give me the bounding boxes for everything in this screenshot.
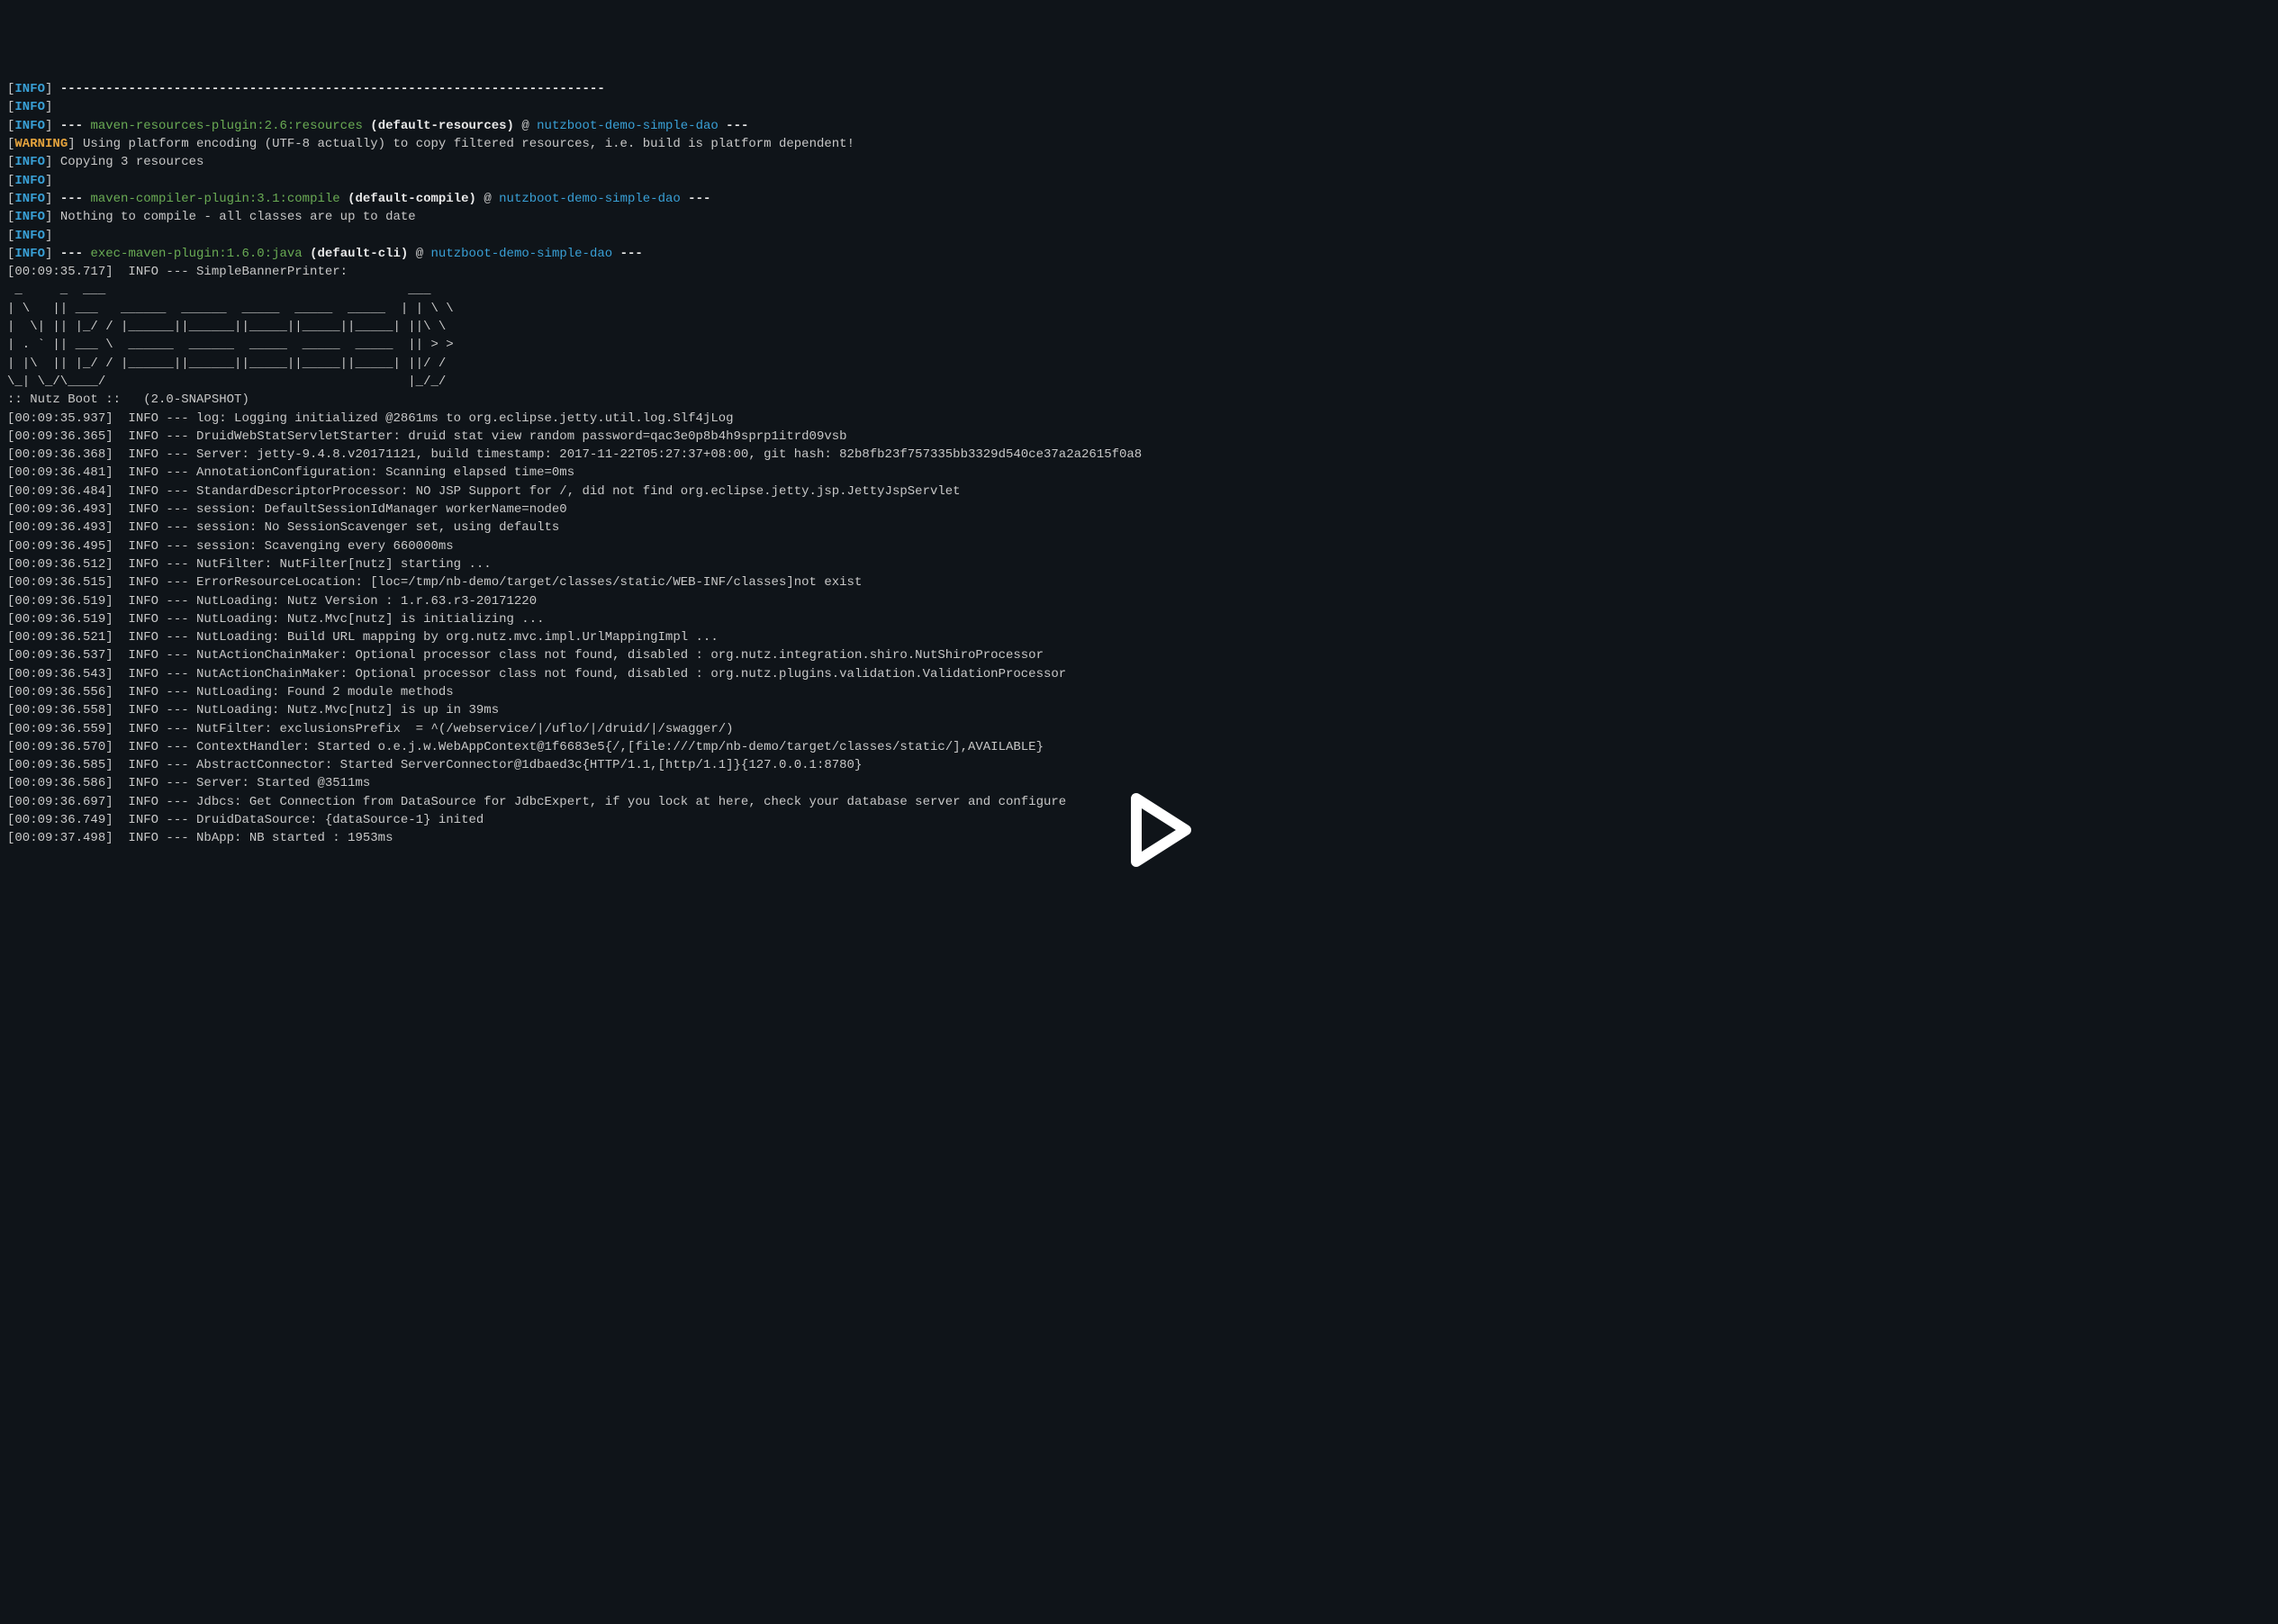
log-line: [00:09:36.556] INFO --- NutLoading: Foun…	[7, 683, 2271, 701]
log-line: [00:09:36.521] INFO --- NutLoading: Buil…	[7, 628, 2271, 646]
log-line: [INFO] Copying 3 resources	[7, 153, 2271, 171]
log-line: [00:09:36.543] INFO --- NutActionChainMa…	[7, 665, 2271, 683]
play-icon	[1109, 785, 1199, 875]
play-button[interactable]	[1094, 767, 1184, 857]
log-line: [00:09:36.481] INFO --- AnnotationConfig…	[7, 464, 2271, 482]
log-line: [INFO]	[7, 172, 2271, 190]
log-line: \_| \_/\____/ |_/_/	[7, 373, 2271, 391]
log-line: _ _ ___ ___	[7, 281, 2271, 299]
log-line: [00:09:35.937] INFO --- log: Logging ini…	[7, 410, 2271, 428]
log-line: [00:09:36.365] INFO --- DruidWebStatServ…	[7, 428, 2271, 446]
log-line: [00:09:36.495] INFO --- session: Scaveng…	[7, 537, 2271, 555]
log-line: :: Nutz Boot :: (2.0-SNAPSHOT)	[7, 391, 2271, 409]
log-line: [00:09:36.558] INFO --- NutLoading: Nutz…	[7, 701, 2271, 719]
log-line: [00:09:36.484] INFO --- StandardDescript…	[7, 483, 2271, 501]
log-line: [00:09:35.717] INFO --- SimpleBannerPrin…	[7, 263, 2271, 281]
log-line: [INFO]	[7, 227, 2271, 245]
log-line: [00:09:36.519] INFO --- NutLoading: Nutz…	[7, 592, 2271, 610]
log-line: [INFO] --- maven-compiler-plugin:3.1:com…	[7, 190, 2271, 208]
log-line: [WARNING] Using platform encoding (UTF-8…	[7, 135, 2271, 153]
log-line: [00:09:36.559] INFO --- NutFilter: exclu…	[7, 720, 2271, 738]
log-line: [00:09:36.368] INFO --- Server: jetty-9.…	[7, 446, 2271, 464]
log-line: | |\ || |_/ / |______||______||_____||__…	[7, 355, 2271, 373]
log-line: [00:09:36.493] INFO --- session: No Sess…	[7, 519, 2271, 537]
log-line: [INFO] ---------------------------------…	[7, 80, 2271, 98]
log-line: [INFO]	[7, 98, 2271, 116]
log-line: | \ || ___ ______ ______ _____ _____ ___…	[7, 300, 2271, 318]
log-line: | . ` || ___ \ ______ ______ _____ _____…	[7, 336, 2271, 354]
log-line: [00:09:36.519] INFO --- NutLoading: Nutz…	[7, 610, 2271, 628]
log-line: [00:09:36.512] INFO --- NutFilter: NutFi…	[7, 555, 2271, 573]
log-line: [00:09:36.515] INFO --- ErrorResourceLoc…	[7, 573, 2271, 591]
log-line: [00:09:36.537] INFO --- NutActionChainMa…	[7, 646, 2271, 664]
log-line: [INFO] Nothing to compile - all classes …	[7, 208, 2271, 226]
terminal-output: [INFO] ---------------------------------…	[7, 80, 2271, 847]
log-line: [INFO] --- exec-maven-plugin:1.6.0:java …	[7, 245, 2271, 263]
log-line: | \| || |_/ / |______||______||_____||__…	[7, 318, 2271, 336]
log-line: [00:09:36.570] INFO --- ContextHandler: …	[7, 738, 2271, 756]
log-line: [00:09:36.493] INFO --- session: Default…	[7, 501, 2271, 519]
log-line: [INFO] --- maven-resources-plugin:2.6:re…	[7, 117, 2271, 135]
